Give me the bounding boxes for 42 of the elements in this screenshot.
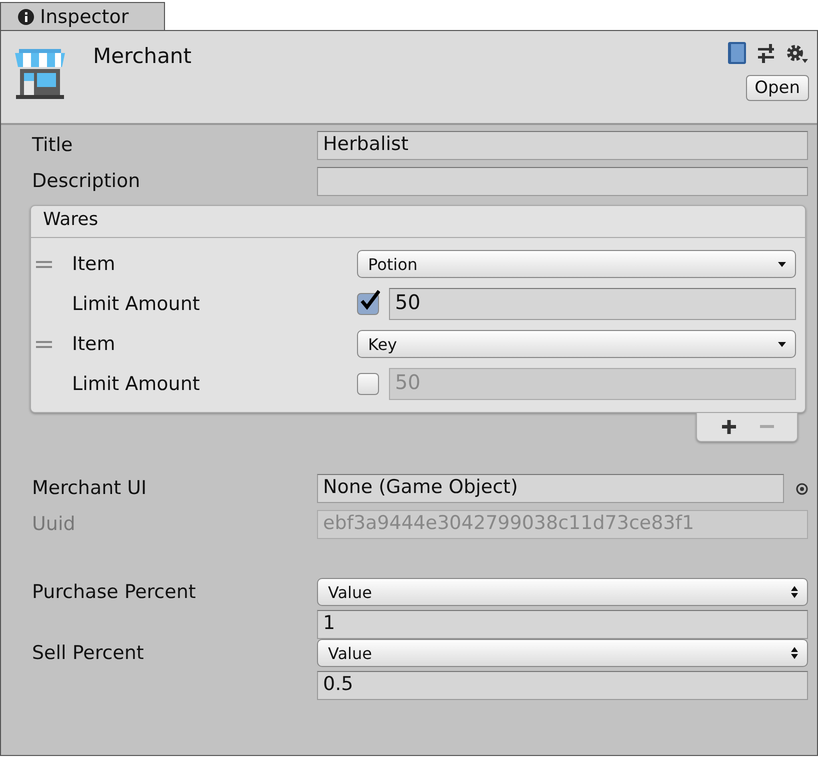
checkbox[interactable] — [357, 373, 379, 395]
input-field[interactable]: None (Game Object) — [317, 474, 784, 503]
dropdown-arrow-icon — [778, 342, 786, 346]
plus-icon — [722, 420, 736, 434]
field-label: Merchant UI — [32, 476, 148, 499]
input-field[interactable]: 1 — [317, 610, 808, 639]
input-field[interactable]: Herbalist — [317, 131, 808, 160]
field-label: Purchase Percent — [32, 580, 197, 603]
field-label: Sell Percent — [32, 641, 145, 664]
checkbox[interactable] — [357, 293, 379, 315]
help-book-icon — [727, 41, 747, 65]
drag-handle-icon — [36, 340, 52, 348]
input-field[interactable]: 0.5 — [317, 671, 808, 700]
field-label: Item — [72, 253, 116, 275]
field-label: Title — [32, 133, 74, 156]
drag-handle-icon — [36, 260, 52, 268]
list-header: Wares — [31, 206, 805, 238]
shop-icon — [13, 47, 67, 101]
mode-dropdown[interactable]: Value — [317, 639, 808, 667]
field-label: Item — [72, 333, 116, 355]
mode-dropdown[interactable]: Value — [317, 578, 808, 606]
component-name: Merchant — [93, 44, 192, 70]
item-dropdown[interactable]: Key — [357, 330, 796, 358]
input-field: 50 — [389, 368, 796, 400]
input-field[interactable]: 50 — [389, 288, 796, 320]
open-button[interactable]: Open — [746, 75, 809, 101]
field-label: Description — [32, 169, 142, 192]
checkmark-icon — [360, 290, 380, 310]
input-field: ebf3a9444e3042799038c11d73ce83f1 — [317, 510, 808, 539]
updown-arrow-icon — [791, 647, 798, 659]
field-label: Limit Amount — [72, 293, 201, 315]
updown-arrow-icon — [791, 586, 798, 598]
input-field[interactable] — [317, 167, 808, 196]
settings-icon — [785, 42, 809, 64]
object-picker-icon — [796, 482, 808, 494]
field-label: Uuid — [32, 512, 76, 535]
inspector-tab[interactable]: Inspector — [0, 2, 165, 30]
item-dropdown[interactable]: Potion — [357, 250, 796, 278]
sliders-icon — [757, 42, 775, 64]
info-icon — [18, 8, 34, 24]
field-label: Limit Amount — [72, 373, 201, 395]
dropdown-arrow-icon — [778, 262, 786, 266]
